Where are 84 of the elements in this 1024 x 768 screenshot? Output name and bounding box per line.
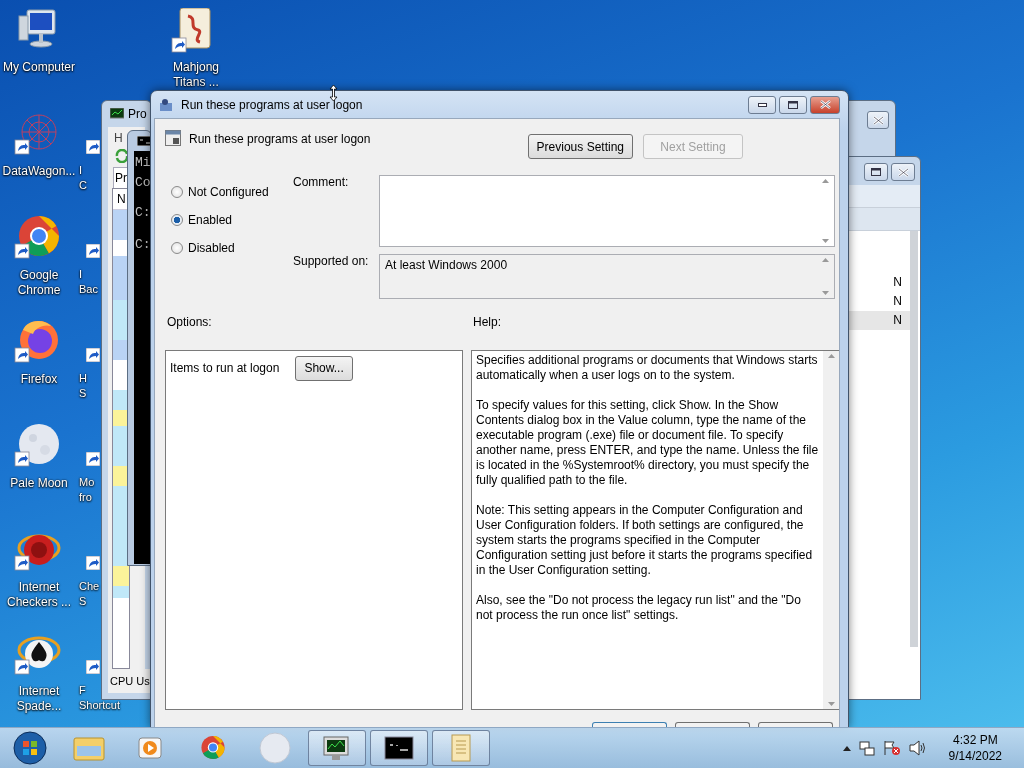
icon-label[interactable]: My Computer xyxy=(3,60,75,75)
console-text: C: xyxy=(135,205,150,220)
section-label: Options: xyxy=(167,315,213,329)
scroll-up-icon[interactable] xyxy=(822,258,829,262)
maximize-icon xyxy=(788,100,798,109)
option-label: Items to run at logon xyxy=(170,361,280,375)
radio-option[interactable]: Not Configured xyxy=(171,178,293,206)
console-text: Mi xyxy=(135,155,150,170)
start-orb-icon[interactable] xyxy=(12,730,48,766)
help-paragraph: Specifies additional programs or documents that Windows starts automatically when a user logs on to the system. xyxy=(476,353,819,383)
shortcut-arrow-icon[interactable] xyxy=(86,556,100,570)
settings-page-icon xyxy=(165,130,181,146)
refresh-icon[interactable] xyxy=(114,149,130,163)
scroll-down-icon[interactable] xyxy=(822,239,829,243)
dialog-button[interactable] xyxy=(675,722,750,727)
icon-label[interactable]: Pale Moon xyxy=(10,476,68,491)
dialog-button[interactable] xyxy=(758,722,833,727)
icon-label[interactable]: Mo fro xyxy=(79,475,95,505)
icon-label[interactable]: Internet Checkers ... xyxy=(0,580,78,610)
help-paragraph: To specify values for this setting, click Show. In the Show Contents dialog box in the Value column, type the name of the executable program (.exe) file or document file. To specify another name, press ENTER, and type the name. Unless the file is located in the %Systemroot% directory, you must specify the fully qualified path to the file. xyxy=(476,398,819,488)
field-label: Comment: xyxy=(293,175,350,191)
close-icon xyxy=(872,115,884,125)
icon-label[interactable]: DataWagon... xyxy=(2,164,76,179)
radio-dot[interactable] xyxy=(171,214,183,226)
shortcut-arrow-icon[interactable] xyxy=(86,348,100,362)
shortcut-arrow-icon[interactable] xyxy=(86,660,100,674)
radio-option[interactable]: Disabled xyxy=(171,234,293,262)
icon-label[interactable]: Che S xyxy=(79,579,100,609)
tray-expand-icon[interactable] xyxy=(842,745,851,751)
icon-label[interactable]: Firefox xyxy=(20,372,58,387)
section-label: Help: xyxy=(473,315,502,329)
monitor-icon[interactable] xyxy=(322,734,352,762)
close-button[interactable] xyxy=(867,111,889,129)
network-icon[interactable] xyxy=(858,740,875,756)
console-text: Co xyxy=(135,175,150,190)
dialog-button[interactable] xyxy=(592,722,667,727)
show-button[interactable]: Show... xyxy=(295,355,353,381)
radio-dot[interactable] xyxy=(171,242,183,254)
monitor-icon xyxy=(110,108,124,120)
flag-icon[interactable] xyxy=(882,740,901,756)
scroll-up-icon[interactable] xyxy=(828,354,835,358)
scroll-down-icon[interactable] xyxy=(822,291,829,295)
icon-label[interactable]: I Bac xyxy=(79,267,98,297)
field-label: Supported on: xyxy=(293,254,370,270)
maximize-button[interactable] xyxy=(864,163,888,181)
close-icon xyxy=(819,100,831,109)
window-title: Run these programs at user logon xyxy=(181,97,363,112)
console-text: C: xyxy=(135,237,150,252)
icon-label[interactable]: Mahjong Titans ... xyxy=(173,60,219,90)
close-button[interactable] xyxy=(891,163,915,181)
window-title: Pro xyxy=(128,107,147,121)
radio-option[interactable]: Enabled xyxy=(171,206,293,234)
help-paragraph: Also, see the "Do not process the legacy run list" and the "Do not process the run once list" settings. xyxy=(476,593,802,623)
resize-cursor-icon xyxy=(329,84,338,102)
comment-field[interactable] xyxy=(379,175,835,247)
console-icon[interactable] xyxy=(384,736,414,760)
setting-heading: Run these programs at user logon xyxy=(189,131,371,146)
icon-label[interactable]: H S xyxy=(79,371,87,401)
field-value: At least Windows 2000 xyxy=(384,257,509,274)
scrollbar[interactable] xyxy=(910,231,918,647)
taskbar-item[interactable] xyxy=(370,730,428,766)
play-icon[interactable] xyxy=(137,734,165,762)
help-paragraph: Note: This setting appears in the Computer Configuration and User Configuration folders. If both settings are configured, the system starts the programs specified in the Computer Configuration setting just before it starts the programs specified in the User Configuration setting. xyxy=(476,503,814,578)
speaker-icon[interactable] xyxy=(908,740,927,756)
minimize-icon xyxy=(757,102,767,107)
close-button[interactable] xyxy=(810,95,840,114)
shortcut-arrow-icon[interactable] xyxy=(86,140,100,154)
clock-time[interactable]: 4:32 PM xyxy=(952,732,998,748)
maximize-button[interactable] xyxy=(779,95,807,114)
close-icon xyxy=(897,167,909,177)
scroll-up-icon[interactable] xyxy=(822,179,829,183)
minimize-button[interactable] xyxy=(748,95,776,114)
radio-dot[interactable] xyxy=(171,186,183,198)
maximize-icon xyxy=(871,168,881,176)
menu-item[interactable]: H xyxy=(112,127,125,149)
status-text: CPU Us xyxy=(108,669,151,693)
scroll-down-icon[interactable] xyxy=(828,702,835,706)
clock-date[interactable]: 9/14/2022 xyxy=(948,748,1002,764)
icon-label[interactable]: Google Chrome xyxy=(0,268,78,298)
shortcut-arrow-icon[interactable] xyxy=(86,452,100,466)
icon-label[interactable]: I C xyxy=(79,163,87,193)
taskbar-item[interactable] xyxy=(308,730,366,766)
nav-button[interactable]: Previous Setting xyxy=(527,134,633,159)
shortcut-arrow-icon[interactable] xyxy=(86,244,100,258)
